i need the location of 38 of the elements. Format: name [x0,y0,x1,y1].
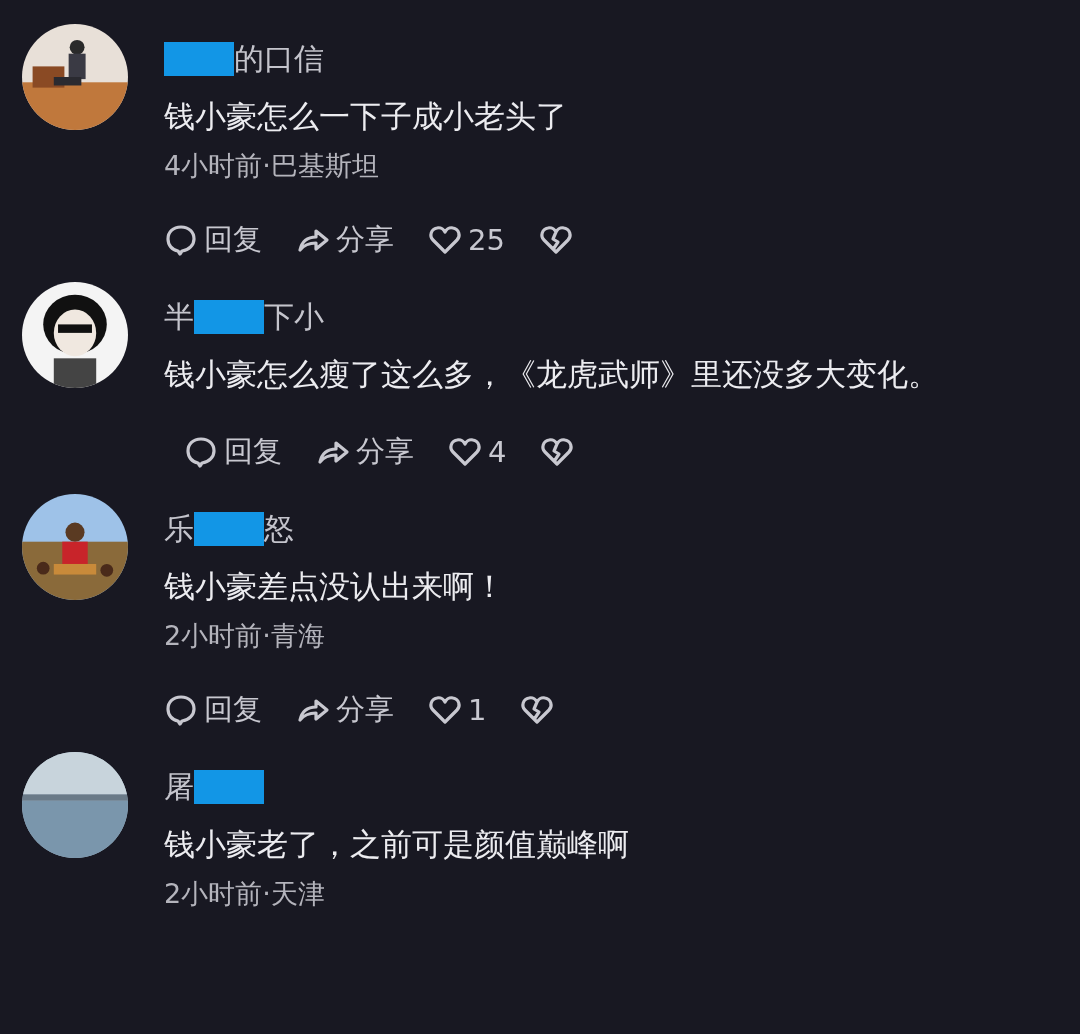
speech-bubble-icon [164,693,198,727]
username[interactable]: 的口信 [234,38,324,80]
redaction-mark [194,300,264,334]
share-button[interactable]: 分享 [296,690,394,730]
share-button[interactable]: 分享 [316,432,414,472]
username[interactable]: 下小 [264,296,324,338]
heart-icon [448,435,482,469]
speech-bubble-icon [184,435,218,469]
comment-meta: 2小时前·青海 [164,619,326,653]
username[interactable]: 乐 [164,508,194,550]
like-button[interactable]: 25 [428,223,505,257]
share-button[interactable]: 分享 [296,220,394,260]
reply-button[interactable]: 回复 [164,220,262,260]
heart-icon [428,693,462,727]
dislike-button[interactable] [520,693,555,727]
dislike-button[interactable] [538,223,573,257]
comment-text: 钱小豪差点没认出来啊！ [164,567,506,606]
heart-icon [428,223,462,257]
broken-heart-icon [540,435,575,469]
like-button[interactable]: 1 [428,693,487,727]
reply-button[interactable]: 回复 [184,432,282,472]
like-button[interactable]: 4 [448,435,507,469]
comment-text: 钱小豪怎么一下子成小老头了 [164,97,568,136]
redaction-mark [194,512,264,546]
redaction-mark [164,42,234,76]
username[interactable]: 半 [164,296,194,338]
redaction-mark [194,770,264,804]
comment-text: 钱小豪老了，之前可是颜值巅峰啊 [164,825,630,864]
broken-heart-icon [520,693,555,727]
comment-meta: 4小时前·巴基斯坦 [164,149,380,183]
username[interactable]: 怒 [264,508,294,550]
username[interactable]: 屠 [164,766,194,808]
reply-button[interactable]: 回复 [164,690,262,730]
dislike-button[interactable] [540,435,575,469]
comment-text: 钱小豪怎么瘦了这么多，《龙虎武师》里还没多大变化。 [164,355,940,394]
comment-meta: 2小时前·天津 [164,877,326,911]
speech-bubble-icon [164,223,198,257]
broken-heart-icon [538,223,573,257]
